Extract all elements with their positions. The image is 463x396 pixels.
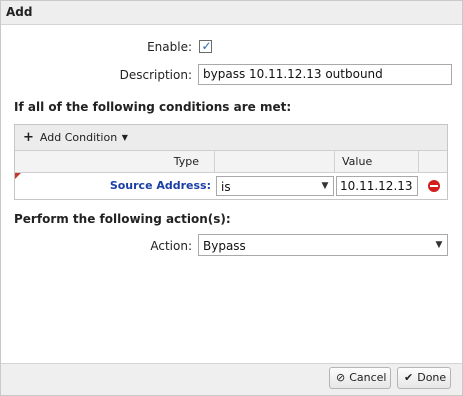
checkmark-icon: ✓ xyxy=(201,39,212,53)
dialog-footer: ⊘ Cancel ✔ Done xyxy=(1,363,462,395)
conditions-grid: + Add Condition ▼ Type Value Source Addre… xyxy=(14,124,448,200)
cancel-button-label: Cancel xyxy=(349,371,387,384)
add-condition-button[interactable]: + Add Condition ▼ xyxy=(23,130,128,145)
action-select[interactable]: Bypass ▼ xyxy=(198,234,448,256)
action-select-value: Bypass xyxy=(203,239,246,253)
done-button[interactable]: ✔ Done xyxy=(397,367,451,389)
conditions-heading: If all of the following conditions are m… xyxy=(14,100,292,114)
column-header-actions xyxy=(419,151,447,172)
cancel-icon: ⊘ xyxy=(336,371,346,384)
action-label: Action: xyxy=(150,239,192,253)
condition-value-input[interactable]: 10.11.12.13 xyxy=(336,176,418,196)
column-header-value: Value xyxy=(335,151,419,172)
condition-type-link[interactable]: Source Address: xyxy=(110,179,211,192)
column-header-operator xyxy=(215,151,335,172)
enable-label: Enable: xyxy=(147,40,192,54)
done-button-label: Done xyxy=(417,371,447,384)
table-row: Source Address: is ▼ 10.11.12.13 xyxy=(15,173,447,199)
chevron-down-icon: ▼ xyxy=(119,133,128,142)
condition-operator-select[interactable]: is ▼ xyxy=(216,176,334,196)
description-label: Description: xyxy=(119,68,192,82)
checkmark-icon: ✔ xyxy=(404,371,414,384)
modified-marker xyxy=(15,173,21,179)
chevron-down-icon: ▼ xyxy=(435,240,443,250)
actions-heading: Perform the following action(s): xyxy=(14,212,231,226)
add-condition-label: Add Condition xyxy=(39,131,118,144)
chevron-down-icon: ▼ xyxy=(321,181,329,191)
conditions-toolbar: + Add Condition ▼ xyxy=(15,125,447,151)
plus-icon: + xyxy=(23,130,34,145)
condition-operator-value: is xyxy=(221,180,231,194)
description-input[interactable]: bypass 10.11.12.13 outbound xyxy=(198,64,452,85)
dialog-title: Add xyxy=(6,5,33,19)
add-dialog: Add Enable: ✓ Description: bypass 10.11.… xyxy=(0,0,463,396)
remove-icon[interactable] xyxy=(428,180,440,192)
enable-checkbox[interactable]: ✓ xyxy=(199,39,212,53)
dialog-titlebar: Add xyxy=(1,1,462,25)
cancel-button[interactable]: ⊘ Cancel xyxy=(329,367,391,389)
conditions-header: Type Value xyxy=(15,151,447,173)
column-header-type: Type xyxy=(15,151,215,172)
